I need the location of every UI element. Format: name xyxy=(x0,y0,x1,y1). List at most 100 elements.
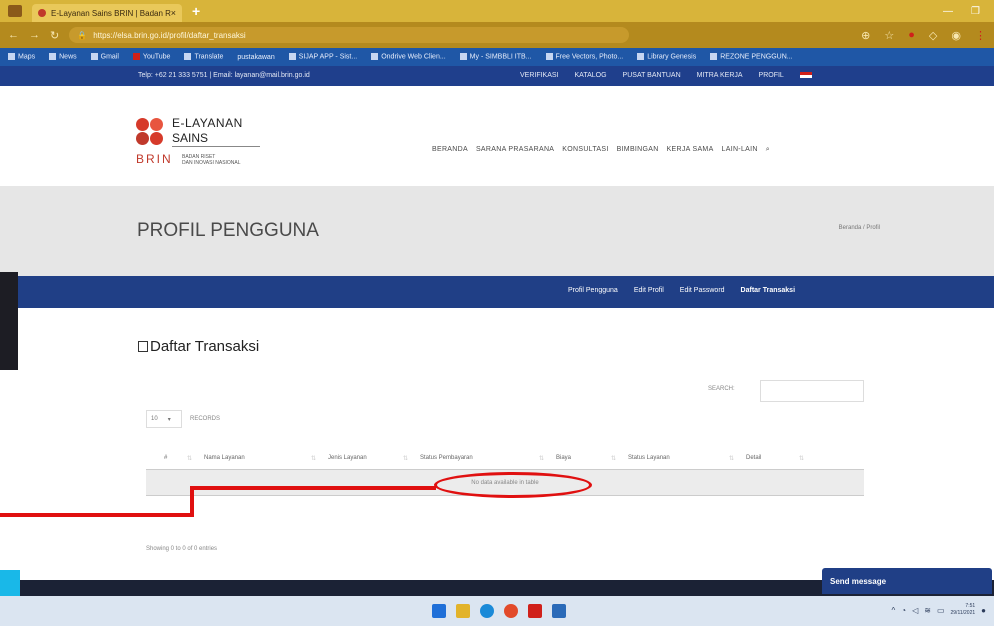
topnav-katalog[interactable]: KATALOG xyxy=(575,72,607,79)
extension-icon[interactable]: ● xyxy=(908,29,915,42)
bookmark-item[interactable]: YouTube xyxy=(132,53,170,61)
site-logo[interactable]: E-LAYANAN SAINS BRIN BADAN RISET DAN INO… xyxy=(136,114,276,172)
bookmark-item[interactable]: My - SIMBBLI ITB... xyxy=(459,53,532,61)
profile-icon[interactable]: ◉ xyxy=(951,29,961,42)
column-header-detail[interactable]: Detail ⇅ xyxy=(740,455,810,462)
bookmark-item[interactable]: Gmail xyxy=(90,53,119,61)
logo-brand: BRIN xyxy=(136,152,173,166)
system-tray: ^ ◔ ◁ ≋ ▭ 7:51 29/11/2021 ● xyxy=(891,603,986,617)
search-icon[interactable]: ⌕ xyxy=(766,146,770,154)
volume-icon[interactable]: ◁ xyxy=(912,606,918,615)
bookmark-item[interactable]: Library Genesis xyxy=(637,53,696,61)
back-icon[interactable]: ← xyxy=(8,29,19,41)
puzzle-icon[interactable]: ◇ xyxy=(929,29,937,42)
notification-icon[interactable]: ● xyxy=(981,606,986,615)
minimize-icon[interactable]: — xyxy=(943,6,953,17)
bookmark-item[interactable]: pustakawan xyxy=(237,54,274,61)
annotation-line xyxy=(190,486,436,490)
favicon-icon xyxy=(38,9,46,17)
nav-beranda[interactable]: BERANDA xyxy=(432,146,468,154)
window-controls: — ❐ xyxy=(943,6,994,17)
logo-divider xyxy=(172,146,260,147)
store-icon[interactable] xyxy=(552,604,566,618)
office-icon[interactable] xyxy=(528,604,542,618)
network-icon[interactable]: ◔ xyxy=(901,606,906,615)
column-header-status-pembayaran[interactable]: Status Pembayaran ⇅ xyxy=(414,455,550,462)
subnav-profil-pengguna[interactable]: Profil Pengguna xyxy=(568,287,618,294)
list-box-icon xyxy=(138,341,148,352)
breadcrumb[interactable]: Beranda / Profil xyxy=(839,225,880,231)
bookmark-item[interactable]: SIJAP APP - Sist... xyxy=(288,53,357,61)
bookmark-item[interactable]: Ondrive Web Clien... xyxy=(371,53,446,61)
background-window-edge xyxy=(0,272,18,370)
column-header-biaya[interactable]: Biaya ⇅ xyxy=(550,455,622,462)
logo-subtitle: BADAN RISET DAN INOVASI NASIONAL xyxy=(182,154,241,166)
subnav-edit-password[interactable]: Edit Password xyxy=(680,287,725,294)
records-label: RECORDS xyxy=(190,416,221,422)
chrome-browser-icon[interactable] xyxy=(504,604,518,618)
nav-lain-lain[interactable]: LAIN-LAIN xyxy=(722,146,758,154)
annotation-ellipse xyxy=(434,472,592,498)
subnav-daftar-transaksi[interactable]: Daftar Transaksi xyxy=(741,287,795,294)
lock-icon: 🔒 xyxy=(77,30,88,40)
site-top-bar: Telp: +62 21 333 5751 | Email: layanan@m… xyxy=(0,66,994,86)
contact-info: Telp: +62 21 333 5751 | Email: layanan@m… xyxy=(138,72,310,79)
windows-start-icon[interactable] xyxy=(432,604,446,618)
star-icon[interactable]: ☆ xyxy=(884,29,894,42)
file-explorer-icon[interactable] xyxy=(456,604,470,618)
url-text: https://elsa.brin.go.id/profil/daftar_tr… xyxy=(93,30,246,40)
topnav-mitra-kerja[interactable]: MITRA KERJA xyxy=(697,72,743,79)
column-header-status-layanan[interactable]: Status Layanan ⇅ xyxy=(622,455,740,462)
send-message-button[interactable]: Send message xyxy=(822,568,992,594)
logo-mark-icon xyxy=(136,118,166,148)
battery-icon[interactable]: ▭ xyxy=(937,606,945,615)
nav-kerja-sama[interactable]: KERJA SAMA xyxy=(667,146,714,154)
menu-icon[interactable]: ⋮ xyxy=(975,29,986,42)
nav-bimbingan[interactable]: BIMBINGAN xyxy=(617,146,659,154)
page-title-band: PROFIL PENGGUNA Beranda / Profil xyxy=(0,186,994,276)
reload-icon[interactable]: ↻ xyxy=(50,29,59,42)
topnav-verifikasi[interactable]: VERIFIKASI xyxy=(520,72,559,79)
new-tab-button[interactable]: + xyxy=(192,3,200,19)
forward-icon[interactable]: → xyxy=(29,29,40,41)
close-tab-icon[interactable]: × xyxy=(171,8,176,18)
nav-sarana-prasarana[interactable]: SARANA PRASARANA xyxy=(476,146,554,154)
logo-line1: E-LAYANAN xyxy=(172,116,243,130)
main-nav: BERANDA SARANA PRASARANA KONSULTASI BIMB… xyxy=(432,146,770,154)
nav-konsultasi[interactable]: KONSULTASI xyxy=(562,146,608,154)
browser-tab[interactable]: E-Layanan Sains BRIN | Badan R... × xyxy=(32,4,182,22)
url-field[interactable]: 🔒 https://elsa.brin.go.id/profil/daftar_… xyxy=(69,27,630,43)
system-clock[interactable]: 7:51 29/11/2021 xyxy=(951,603,976,617)
search-input[interactable] xyxy=(760,380,864,402)
table-info: Showing 0 to 0 of 0 entries xyxy=(146,546,218,552)
browser-toolbar-icons: ⊕ ☆ ● ◇ ◉ ⋮ xyxy=(861,29,986,42)
topnav-profil[interactable]: PROFIL xyxy=(759,72,784,79)
zoom-icon[interactable]: ⊕ xyxy=(861,29,870,42)
bookmarks-bar: Maps News Gmail YouTube Translate pustak… xyxy=(0,48,994,66)
top-nav: VERIFIKASI KATALOG PUSAT BANTUAN MITRA K… xyxy=(520,72,812,79)
bookmark-item[interactable]: Free Vectors, Photo... xyxy=(545,53,623,61)
bookmark-item[interactable]: News xyxy=(49,53,77,61)
records-length-select[interactable]: 10 ▾ xyxy=(146,410,182,428)
tab-title: E-Layanan Sains BRIN | Badan R... xyxy=(51,8,171,18)
edge-browser-icon[interactable] xyxy=(480,604,494,618)
search-label: SEARCH: xyxy=(708,386,735,392)
chevron-up-icon[interactable]: ^ xyxy=(891,606,895,615)
bookmark-item[interactable]: Maps xyxy=(8,53,35,61)
column-header-jenis-layanan[interactable]: Jenis Layanan ⇅ xyxy=(322,455,414,462)
site-header: E-LAYANAN SAINS BRIN BADAN RISET DAN INO… xyxy=(0,86,994,186)
section-title: Daftar Transaksi xyxy=(138,338,259,355)
column-header-number[interactable]: # ⇅ xyxy=(146,455,198,462)
bookmark-item[interactable]: REZONE PENGGUN... xyxy=(710,53,793,61)
maximize-icon[interactable]: ❐ xyxy=(971,6,980,17)
language-flag-icon[interactable] xyxy=(799,72,812,78)
topnav-pusat-bantuan[interactable]: PUSAT BANTUAN xyxy=(623,72,681,79)
page-title: PROFIL PENGGUNA xyxy=(137,220,319,241)
os-taskbar: ^ ◔ ◁ ≋ ▭ 7:51 29/11/2021 ● xyxy=(0,596,994,626)
column-header-nama-layanan[interactable]: Nama Layanan ⇅ xyxy=(198,455,322,462)
bookmark-item[interactable]: Translate xyxy=(184,53,223,61)
chevron-down-icon: ▾ xyxy=(167,416,171,423)
wifi-icon[interactable]: ≋ xyxy=(924,606,931,615)
subnav-edit-profil[interactable]: Edit Profil xyxy=(634,287,664,294)
window-menu-icon[interactable] xyxy=(8,5,22,17)
